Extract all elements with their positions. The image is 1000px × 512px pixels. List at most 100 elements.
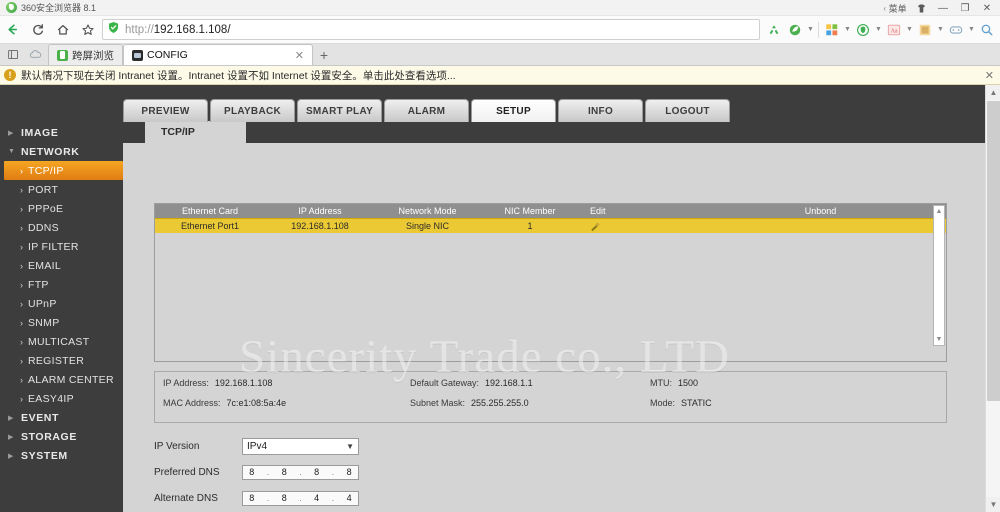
tab-setup[interactable]: SETUP [471, 99, 556, 122]
sidebar-group-system[interactable]: ▶ SYSTEM [0, 446, 123, 465]
ip-version-select[interactable]: IPv4 ▼ [242, 437, 359, 455]
sidebar-item-label: FTP [28, 278, 49, 291]
cell-nic-member: 1 [527, 221, 533, 231]
extensions-grid-icon[interactable] [822, 19, 842, 41]
table-header-row: Ethernet Card IP Address Network Mode NI… [155, 204, 946, 219]
screenshot-chevron-down-icon[interactable]: ▼ [936, 26, 945, 33]
sidebar-group-storage[interactable]: ▶ STORAGE [0, 427, 123, 446]
maximize-button[interactable]: ❐ [954, 0, 976, 16]
sidebar-item-snmp[interactable]: › SNMP [0, 313, 123, 332]
sidebar-item-pppoe[interactable]: › PPPoE [0, 199, 123, 218]
cell-edit[interactable] [580, 219, 695, 233]
column-header-network-mode: Network Mode [398, 206, 457, 216]
tab-close-icon[interactable]: ✕ [295, 49, 304, 62]
page-scroll-down-arrow-icon[interactable]: ▼ [986, 497, 1000, 512]
tab-playback[interactable]: PLAYBACK [210, 99, 295, 122]
sidebar-item-multicast[interactable]: › MULTICAST [0, 332, 123, 351]
browser-leaf-icon[interactable] [785, 19, 805, 41]
screenshot-icon[interactable] [915, 19, 935, 41]
tab-alarm[interactable]: ALARM [384, 99, 469, 122]
column-header-nic-member: NIC Member [504, 206, 556, 216]
minimize-button[interactable]: — [932, 0, 954, 16]
sidebar-item-register[interactable]: › REGISTER [0, 351, 123, 370]
sidebar-item-upnp[interactable]: › UPnP [0, 294, 123, 313]
cell-unbond[interactable] [695, 219, 946, 233]
recycle-icon[interactable] [764, 19, 784, 41]
sidebar-group-network[interactable]: ▼ NETWORK [0, 142, 123, 161]
table-row[interactable]: Ethernet Port1 192.168.1.108 Single NIC … [155, 219, 946, 233]
table-scrollbar[interactable]: ▲ ▼ [933, 205, 945, 346]
ip-version-label: IP Version [154, 440, 200, 452]
tab-label: PLAYBACK [223, 105, 282, 117]
cell-ip-address: 192.168.1.108 [291, 221, 349, 231]
game-controller-icon[interactable] [946, 19, 966, 41]
tab-preview[interactable]: PREVIEW [123, 99, 208, 122]
favorite-star-button[interactable] [75, 17, 100, 43]
tab-smart-play[interactable]: SMART PLAY [297, 99, 382, 122]
toolbar-expand-chevron-down-icon[interactable]: ▼ [806, 26, 815, 33]
chevron-right-icon: › [20, 241, 23, 252]
sidebar-item-ddns[interactable]: › DDNS [0, 218, 123, 237]
browser-skin-icon[interactable] [910, 0, 932, 16]
detail-ip-address-value: 192.168.1.108 [214, 378, 273, 388]
extensions-chevron-down-icon[interactable]: ▼ [843, 26, 852, 33]
nic-detail-box: IP Address: 192.168.1.108 Default Gatewa… [154, 371, 947, 423]
intranet-notification-text: 默认情况下现在关闭 Intranet 设置。Intranet 设置不如 Inte… [21, 69, 456, 82]
sidebar-item-ftp[interactable]: › FTP [0, 275, 123, 294]
sidebar-group-label: NETWORK [21, 145, 80, 158]
warning-icon: ! [4, 69, 16, 81]
detail-subnet-label: Subnet Mask: [410, 398, 466, 408]
tab-info[interactable]: INFO [558, 99, 643, 122]
sidebar-group-image[interactable]: ▶ IMAGE [0, 123, 123, 142]
game-chevron-down-icon[interactable]: ▼ [967, 26, 976, 33]
device-content-pane: TCP/IP Ethernet Card IP Address Network … [123, 121, 985, 512]
page-scroll-up-arrow-icon[interactable]: ▲ [986, 85, 1000, 100]
translate-icon[interactable]: Aa [884, 19, 904, 41]
alternate-dns-input[interactable]: 8. 8. 4. 4 [242, 490, 359, 506]
address-bar[interactable]: http://192.168.1.108/ [102, 19, 760, 40]
sidebar-item-port[interactable]: › PORT [0, 180, 123, 199]
column-header-ip-address: IP Address [298, 206, 342, 216]
cloud-icon[interactable] [25, 44, 45, 64]
browser-toolbar: http://192.168.1.108/ ▼ ▼ ▼ Aa ▼ ▼ ▼ [0, 16, 1000, 44]
translate-chevron-down-icon[interactable]: ▼ [905, 26, 914, 33]
sidebar-item-email[interactable]: › EMAIL [0, 256, 123, 275]
tab-tcpip[interactable]: TCP/IP [145, 121, 246, 143]
preferred-dns-input[interactable]: 8. 8. 8. 8 [242, 464, 359, 480]
sidebar-toggle-icon[interactable] [3, 44, 23, 64]
sidebar-item-easy4ip[interactable]: › EASY4IP [0, 389, 123, 408]
browser-tab-0[interactable]: 跨屏浏览 [48, 44, 123, 65]
chevron-right-icon: › [20, 165, 23, 176]
notification-close-icon[interactable]: ✕ [985, 69, 996, 82]
shield-chevron-down-icon[interactable]: ▼ [874, 26, 883, 33]
back-button[interactable] [0, 17, 25, 43]
sidebar-item-alarm-center[interactable]: › ALARM CENTER [0, 370, 123, 389]
tab-logout[interactable]: LOGOUT [645, 99, 730, 122]
shield-guard-icon[interactable] [853, 19, 873, 41]
browser-menu-button[interactable]: ‹ 菜单 [880, 0, 910, 16]
chevron-down-icon: ▼ [8, 148, 15, 155]
scroll-down-arrow-icon[interactable]: ▼ [934, 334, 944, 345]
dot-separator: . [331, 467, 335, 477]
detail-mode-label: Mode: [650, 398, 676, 408]
preferred-dns-octet-4: 8 [346, 467, 352, 477]
chevron-right-icon: ▶ [8, 433, 14, 441]
alternate-dns-octet-2: 8 [281, 493, 287, 503]
maximize-glyph: ❐ [960, 2, 970, 14]
home-button[interactable] [50, 17, 75, 43]
sidebar-item-label: REGISTER [28, 354, 85, 367]
page-scroll-thumb[interactable] [987, 101, 1000, 401]
sidebar-item-ip-filter[interactable]: › IP FILTER [0, 237, 123, 256]
search-icon[interactable] [977, 19, 997, 41]
scroll-up-arrow-icon[interactable]: ▲ [934, 206, 944, 217]
sidebar-item-label: DDNS [28, 221, 59, 234]
sidebar-group-event[interactable]: ▶ EVENT [0, 408, 123, 427]
edit-pencil-icon[interactable] [590, 222, 599, 231]
reload-button[interactable] [25, 17, 50, 43]
close-button[interactable]: ✕ [976, 0, 998, 16]
tab-label: PREVIEW [141, 105, 190, 117]
sidebar-item-tcpip[interactable]: › TCP/IP [4, 161, 123, 180]
browser-tab-1[interactable]: CONFIG ✕ [123, 44, 313, 65]
page-scrollbar[interactable]: ▲ ▼ [985, 85, 1000, 512]
new-tab-button[interactable]: + [313, 44, 335, 65]
